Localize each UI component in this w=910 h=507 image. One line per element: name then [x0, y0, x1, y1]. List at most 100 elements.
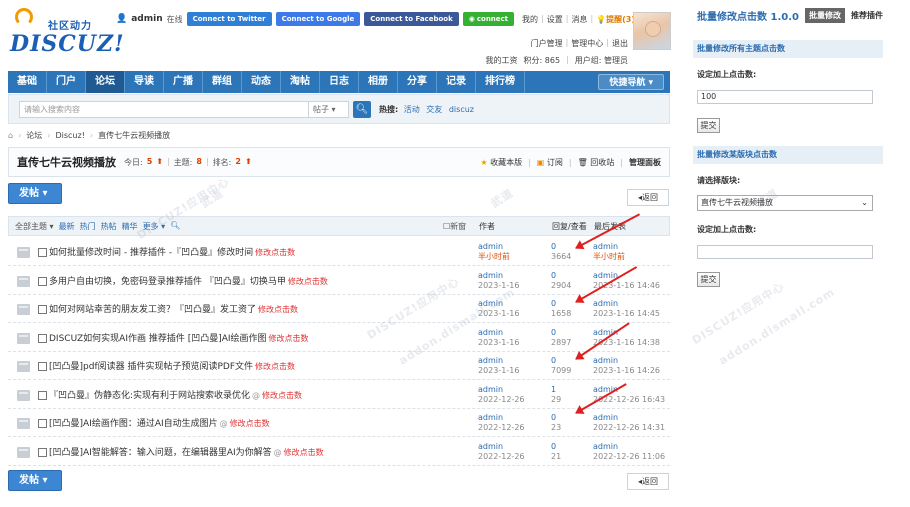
forum-select[interactable]: 直传七牛云视频播放 ⌄	[697, 195, 873, 211]
author-name[interactable]: admin	[478, 442, 525, 452]
nav-item-album[interactable]: 相册	[359, 71, 398, 93]
author-name[interactable]: admin	[478, 299, 519, 309]
recycle-link[interactable]: 🗑︎ 回收站	[578, 157, 615, 168]
last-poster[interactable]: admin	[593, 356, 660, 366]
nav-item-ranking[interactable]: 排行榜	[476, 71, 525, 93]
connect-twitter-button[interactable]: Connect to Twitter	[186, 12, 272, 26]
thread-checkbox[interactable]	[38, 305, 47, 314]
table-row[interactable]: 多用户自由切换，免密码登录推荐插件 『凹凸曼』切换马甲 修改点击数 admin 202…	[8, 269, 670, 295]
last-poster[interactable]: admin	[593, 385, 665, 395]
last-poster[interactable]: admin	[593, 299, 660, 309]
filter-more[interactable]: 更多 ▾	[143, 221, 166, 232]
breadcrumb-current[interactable]: 直传七牛云视频播放	[98, 130, 170, 141]
table-row[interactable]: 如何批量修改时间 - 推荐插件 -『凹凸曼』修改时间 修改点击数 admin 半小时前…	[8, 240, 670, 266]
nav-item-records[interactable]: 记录	[437, 71, 476, 93]
thread-title-link[interactable]: DISCUZ如何实现AI作画 推荐插件 [凹凸曼]AI绘画作图	[49, 334, 267, 344]
nav-item-feed[interactable]: 动态	[242, 71, 281, 93]
reply-count[interactable]: 0	[551, 271, 571, 281]
table-row[interactable]: 『凹凸曼』伪静态化:实现有利于网站搜索收录优化 @ 修改点击数 admin 2022-1…	[8, 383, 670, 409]
thread-checkbox[interactable]	[38, 447, 47, 457]
nav-item-collection[interactable]: 淘帖	[281, 71, 320, 93]
submit-button[interactable]: 提交	[697, 118, 720, 133]
user-group[interactable]: 用户组: 管理员	[575, 55, 628, 66]
nav-item-guide[interactable]: 导读	[125, 71, 164, 93]
author-name[interactable]: admin	[478, 328, 519, 338]
reply-count[interactable]: 1	[551, 385, 561, 395]
thread-title-link[interactable]: 如何对网站幸苦的朋友发工资？『凹凸曼』发工资了	[49, 305, 256, 315]
new-window-toggle[interactable]: ☐新窗	[443, 221, 466, 232]
edit-views-link[interactable]: 修改点击数	[255, 248, 295, 257]
reply-count[interactable]: 0	[551, 413, 561, 423]
nav-item-portal[interactable]: 门户	[47, 71, 86, 93]
reply-count[interactable]: 0	[551, 442, 561, 452]
connect-wechat-button[interactable]: ◉ connect	[462, 12, 515, 26]
nav-item-blog[interactable]: 日志	[320, 71, 359, 93]
edit-views-link[interactable]: 修改点击数	[255, 362, 295, 371]
thread-checkbox[interactable]	[38, 333, 47, 343]
username[interactable]: admin	[131, 14, 162, 24]
reply-count[interactable]: 0	[551, 299, 571, 309]
thread-checkbox[interactable]	[38, 248, 47, 257]
table-row[interactable]: [凹凸曼]AI绘画作图：通过AI自动生成图片 @ 修改点击数 admin 2022-12…	[8, 411, 670, 437]
author-name[interactable]: admin	[478, 356, 519, 366]
filter-latest[interactable]: 最新	[59, 221, 75, 232]
edit-views-link[interactable]: 修改点击数	[262, 391, 302, 400]
thread-title-link[interactable]: [凹凸曼]AI智能解答：输入问题，在编辑器里AI为你解答	[49, 448, 272, 458]
link-messages[interactable]: 消息	[571, 14, 587, 25]
author-name[interactable]: admin	[478, 271, 519, 281]
subscribe-link[interactable]: ▣ 订阅	[537, 157, 563, 168]
avatar[interactable]	[633, 12, 671, 50]
edit-views-link[interactable]: 修改点击数	[258, 305, 298, 314]
author-name[interactable]: admin	[478, 385, 525, 395]
hot-term[interactable]: 活动	[404, 105, 420, 114]
author-name[interactable]: admin	[478, 413, 525, 423]
filter-hot-posts[interactable]: 热帖	[101, 221, 117, 232]
table-row[interactable]: 如何对网站幸苦的朋友发工资？『凹凸曼』发工资了 修改点击数 admin 2023-1-…	[8, 297, 670, 323]
back-button[interactable]: ◂返回	[627, 189, 669, 206]
edit-views-link[interactable]: 修改点击数	[230, 419, 270, 428]
discuz-logo[interactable]: 社区动力 DISCUZ!	[8, 6, 124, 57]
reply-count[interactable]: 0	[551, 356, 571, 366]
thread-title-link[interactable]: 多用户自由切换，免密码登录推荐插件 『凹凸曼』切换马甲	[49, 277, 286, 287]
connect-google-button[interactable]: Connect to Google	[275, 12, 361, 26]
back-button-bottom[interactable]: ◂返回	[627, 473, 669, 490]
hot-term[interactable]: 交友	[426, 105, 442, 114]
breadcrumb-discuz[interactable]: Discuz!	[55, 131, 84, 140]
credits-value[interactable]: 积分: 865	[524, 55, 561, 66]
last-poster[interactable]: admin	[593, 442, 665, 452]
thread-title-link[interactable]: [凹凸曼]pdf阅读器 插件实现帖子预览阅读PDF文件	[49, 362, 253, 372]
link-settings[interactable]: 设置	[547, 14, 563, 25]
thread-checkbox[interactable]	[38, 362, 47, 371]
thread-title-link[interactable]: 『凹凸曼』伪静态化:实现有利于网站搜索收录优化	[49, 391, 250, 401]
edit-views-link[interactable]: 修改点击数	[288, 277, 328, 286]
thread-checkbox[interactable]	[38, 419, 47, 428]
thread-checkbox[interactable]	[38, 276, 47, 286]
link-admin-center[interactable]: 管理中心	[571, 38, 603, 49]
add-views-input-2[interactable]	[697, 245, 873, 259]
link-logout[interactable]: 退出	[612, 38, 628, 49]
nav-item-groups[interactable]: 群组	[203, 71, 242, 93]
nav-item-broadcast[interactable]: 广播	[164, 71, 203, 93]
home-icon[interactable]: ⌂	[8, 131, 13, 140]
nav-item-basic[interactable]: 基础	[8, 71, 47, 93]
submit-button-2[interactable]: 提交	[697, 272, 720, 287]
link-my-salary[interactable]: 我的工资	[486, 55, 518, 66]
connect-facebook-button[interactable]: Connect to Facebook	[364, 12, 459, 26]
post-button[interactable]: 发帖 ▾	[8, 183, 62, 204]
filter-all[interactable]: 全部主题 ▾	[15, 221, 54, 232]
last-poster[interactable]: admin	[593, 242, 625, 252]
manage-panel-link[interactable]: 管理面板	[629, 157, 661, 168]
filter-digest[interactable]: 精华	[122, 221, 138, 232]
edit-views-link[interactable]: 修改点击数	[284, 448, 324, 457]
hot-term[interactable]: discuz	[449, 105, 474, 114]
filter-hot[interactable]: 热门	[80, 221, 96, 232]
link-portal-admin[interactable]: 门户管理	[531, 38, 563, 49]
batch-modify-tab[interactable]: 批量修改	[804, 8, 845, 23]
edit-views-link[interactable]: 修改点击数	[269, 334, 309, 343]
nav-item-share[interactable]: 分享	[398, 71, 437, 93]
table-row[interactable]: DISCUZ如何实现AI作画 推荐插件 [凹凸曼]AI绘画作图 修改点击数 admi…	[8, 326, 670, 352]
nav-item-forum[interactable]: 论坛	[86, 71, 125, 93]
search-input[interactable]: 请输入搜索内容	[19, 100, 309, 118]
breadcrumb-forum[interactable]: 论坛	[26, 130, 42, 141]
thread-title-link[interactable]: 如何批量修改时间 - 推荐插件 -『凹凸曼』修改时间	[49, 248, 253, 258]
